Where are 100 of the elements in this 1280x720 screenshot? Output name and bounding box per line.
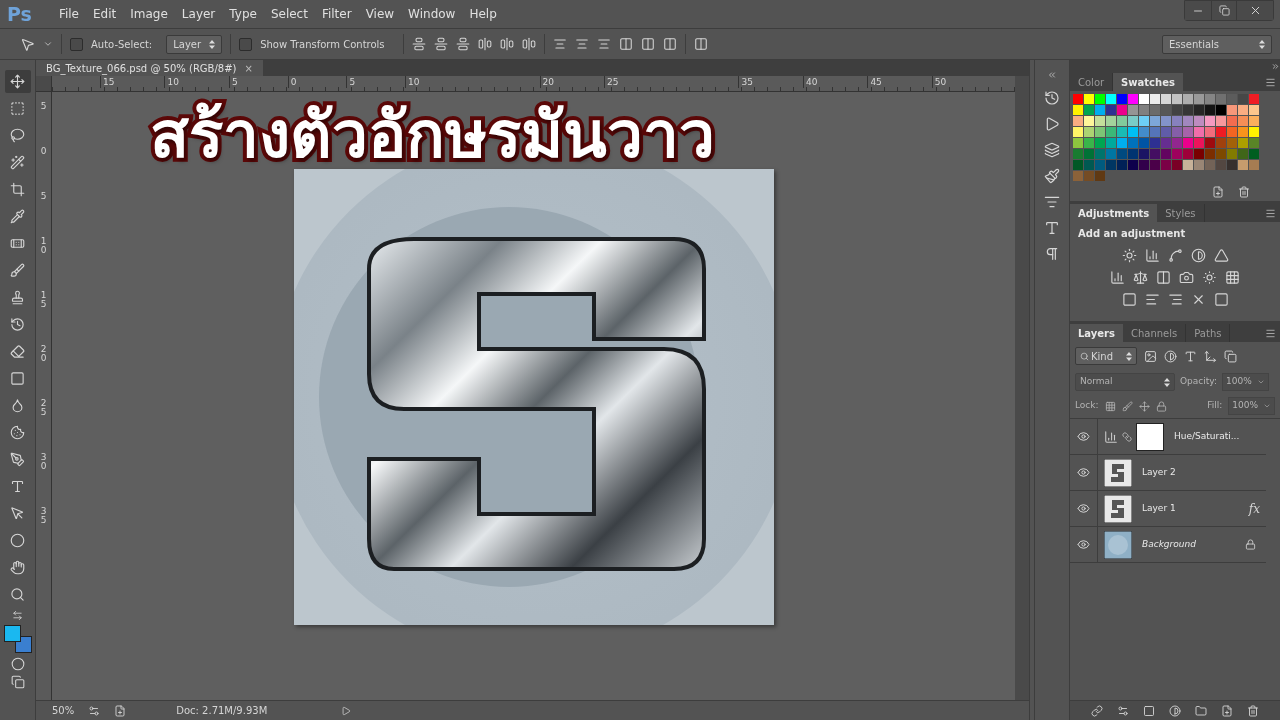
menu-item[interactable]: Edit [86,5,124,23]
align-bottom-icon[interactable] [455,37,470,51]
auto-align-icon[interactable] [693,37,708,51]
caret-icon[interactable] [43,39,53,49]
checkbox[interactable] [70,37,83,51]
lock-brush-icon[interactable] [1121,400,1133,412]
mask-icon[interactable] [1143,704,1155,717]
type-filter-icon[interactable] [1184,349,1197,363]
panel-tab[interactable]: Adjustments [1070,204,1158,222]
hue-saturation-icon[interactable] [1110,270,1125,285]
restore-icon[interactable] [1218,5,1230,16]
folder-icon[interactable] [1195,704,1207,717]
panel-tab[interactable]: Swatches [1113,73,1183,91]
up-down-arrows-icon [209,39,216,49]
checkbox[interactable] [239,37,253,51]
camera-icon[interactable] [1179,270,1194,285]
move-tool-icon[interactable] [4,70,31,93]
panel-tab[interactable]: Styles [1157,204,1205,222]
image-filter-icon[interactable] [1144,349,1157,363]
background-thumbnail [1104,530,1132,559]
distribute-center-icon[interactable] [640,37,655,51]
menu-item[interactable]: View [358,5,402,23]
share-icon[interactable] [114,704,127,717]
brightness-icon[interactable] [1121,248,1137,263]
balance-scale-icon[interactable] [1133,270,1148,285]
restore-button[interactable] [1211,1,1237,20]
lock-pixels-icon[interactable] [1104,400,1116,412]
ruler-label: 25 [604,76,619,88]
trash-icon[interactable] [1238,186,1250,198]
caret-icon[interactable] [1256,378,1265,386]
play-icon[interactable] [341,705,352,716]
fill-label: Fill: [1207,399,1223,413]
panel-menu-icon[interactable] [1265,77,1276,88]
align-top-icon[interactable] [411,37,426,51]
move-tool-icon[interactable] [20,36,35,52]
adjustment-filter-icon[interactable] [1164,349,1177,363]
menu-item[interactable]: Filter [314,5,359,23]
menu-item[interactable]: Image [123,5,175,23]
screen-mode-icon[interactable] [10,675,25,689]
workspace-dropdown[interactable]: Essentials [1162,34,1272,54]
ruler-label: 5 [228,76,238,88]
document-tab[interactable]: BG_Texture_066.psd @ 50% (RGB/8#) × [36,60,263,76]
transform-controls-label: Show Transform Controls [260,37,385,52]
distribute-middle-icon[interactable] [574,37,589,51]
collapse-icon[interactable] [1047,70,1057,80]
panel-menu-icon[interactable] [1265,208,1276,219]
overlay-title: สร้างตัวอักษรมันวาว [150,97,715,174]
shape-filter-icon[interactable] [1204,349,1217,363]
history-icon[interactable] [1044,90,1060,106]
properties-icon[interactable] [1044,142,1060,158]
channel-mixer-icon[interactable] [1202,270,1217,285]
ruler-label: 15 [39,291,48,309]
menu-item[interactable]: File [51,5,86,23]
ruler-label: 35 [39,507,48,525]
link-icon[interactable] [1091,704,1103,717]
menu-item[interactable]: Select [263,5,315,23]
color-swatches-icon[interactable] [3,625,32,653]
menu-item[interactable]: Window [401,5,463,23]
caret-icon[interactable] [1263,402,1271,410]
distribute-bottom-icon[interactable] [596,37,611,51]
menu-item[interactable]: Help [462,5,504,23]
exposure-icon[interactable] [1190,248,1206,263]
brush-presets-icon[interactable] [1044,168,1060,184]
layer-dropdown[interactable]: Layer [166,34,223,54]
new-swatch-icon[interactable] [1212,186,1224,198]
ruler-label: 5 [346,76,356,88]
swap-colors-icon[interactable] [12,610,23,621]
zoom-level[interactable]: 50% [52,703,75,718]
align-left-icon[interactable] [477,37,492,51]
expand-icon[interactable] [1271,62,1280,70]
distribute-left-icon[interactable] [618,37,633,51]
play-icon[interactable] [1044,116,1060,132]
distribute-right-icon[interactable] [662,37,677,51]
up-down-arrows-icon [1164,377,1170,387]
minimize-button[interactable] [1185,1,1211,20]
split-square-icon[interactable] [1156,270,1171,285]
search-icon[interactable] [1080,351,1089,361]
curves-icon[interactable] [1167,248,1183,263]
align-center-icon[interactable] [499,37,514,51]
distribute-top-icon[interactable] [552,37,567,51]
menu-item[interactable]: Layer [174,5,223,23]
trash-icon[interactable] [1247,704,1259,717]
quick-mask-icon[interactable] [10,657,25,671]
levels-icon[interactable] [1144,248,1160,263]
character-icon[interactable] [1044,220,1060,236]
smart-object-filter-icon[interactable] [1224,349,1237,363]
menu-item[interactable]: Type [222,5,264,23]
new-layer-icon[interactable] [1221,704,1233,717]
vertical-scrollbar[interactable] [1015,76,1029,700]
letter-thumbnail [1104,458,1132,487]
adjustment-icon[interactable] [1169,704,1181,717]
lock-all-icon[interactable] [1155,400,1167,412]
lock-position-icon[interactable] [1138,400,1150,412]
app-logo: Ps [7,1,32,27]
align-right-icon[interactable] [521,37,536,51]
panel-menu-icon[interactable] [1265,328,1276,339]
gradient-triangle-icon[interactable] [1213,248,1229,263]
paragraph-icon[interactable] [1044,246,1060,262]
grid-icon[interactable] [1225,270,1240,285]
align-middle-icon[interactable] [433,37,448,51]
